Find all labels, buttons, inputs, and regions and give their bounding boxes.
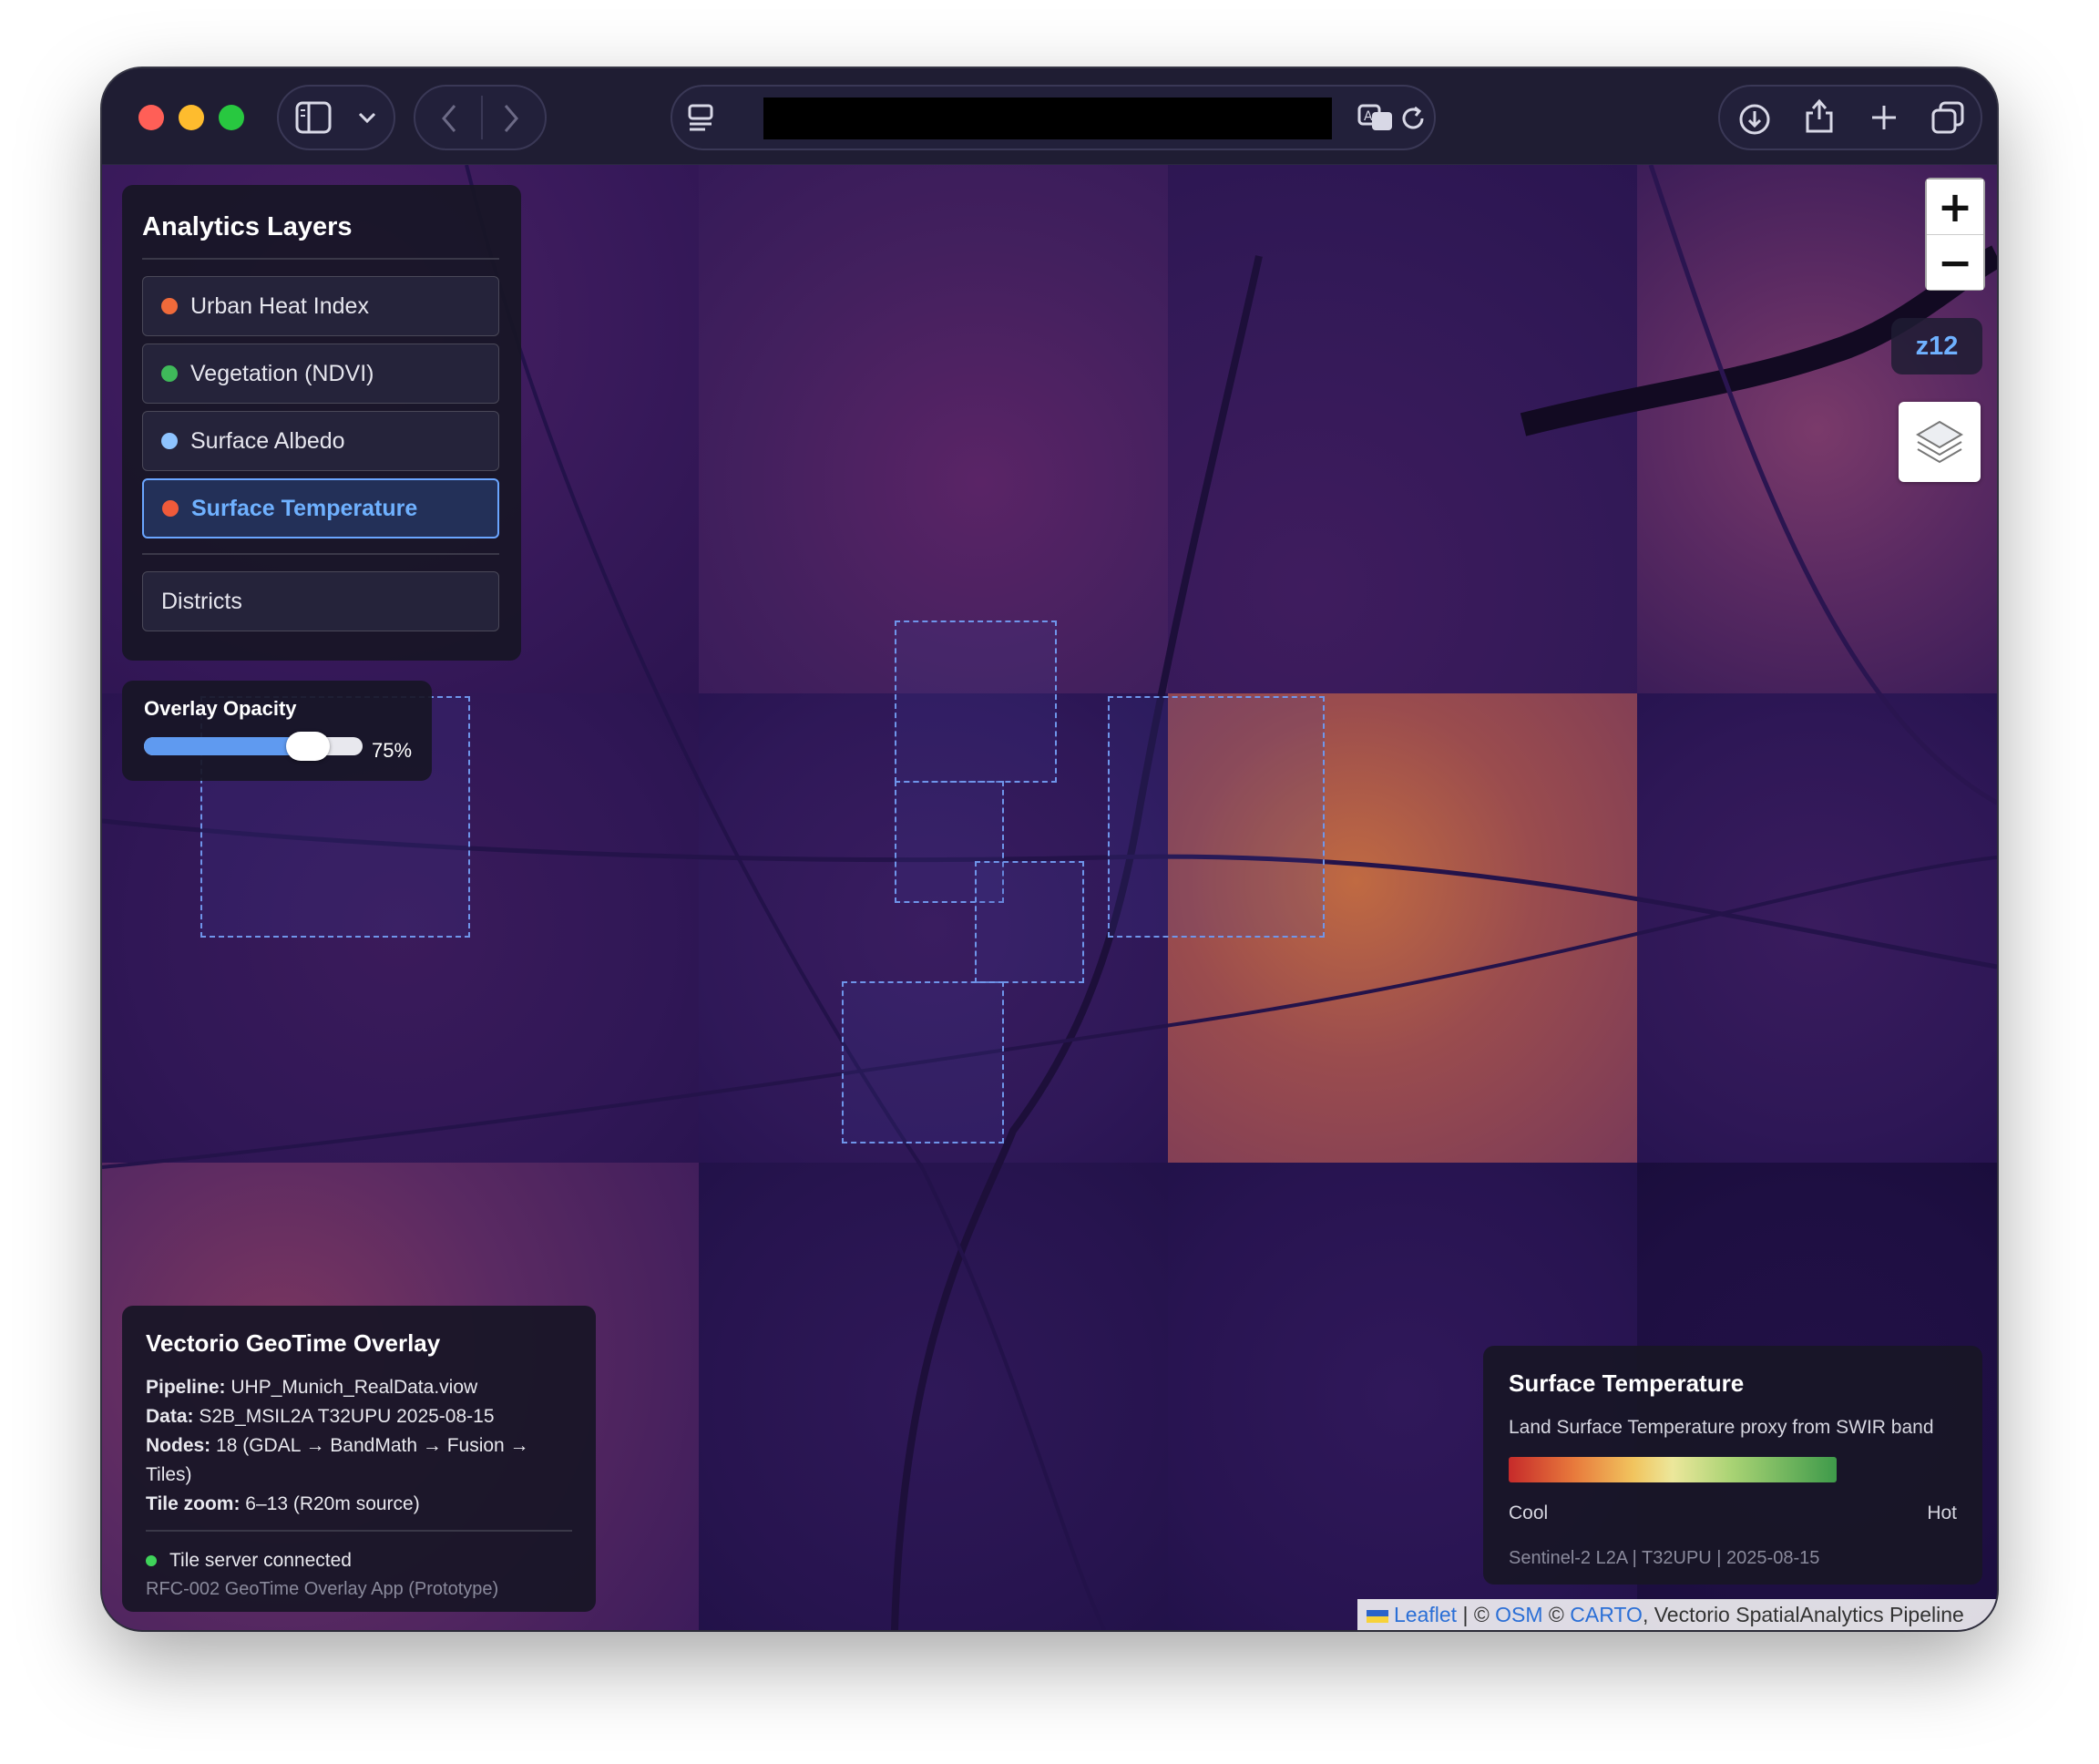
panel-title: Analytics Layers xyxy=(142,212,353,241)
status-line: Tile server connected xyxy=(146,1550,352,1572)
districts-label: Districts xyxy=(161,588,242,614)
legend-panel: Surface Temperature Land Surface Tempera… xyxy=(1483,1346,1982,1585)
layer-color-dot xyxy=(161,433,178,449)
map-attribution: Leaflet | © OSM © CARTO, Vectorio Spatia… xyxy=(1357,1599,1997,1630)
map-canvas[interactable]: Analytics Layers Urban Heat Index Vegeta… xyxy=(102,165,1997,1630)
district-outline[interactable] xyxy=(842,981,1004,1144)
info-row-data: Data: S2B_MSIL2A T32UPU 2025-08-15 xyxy=(146,1406,495,1427)
layer-color-dot xyxy=(162,500,179,517)
close-window-button[interactable] xyxy=(138,105,164,130)
status-dot xyxy=(146,1555,157,1566)
info-panel: Vectorio GeoTime Overlay Pipeline: UHP_M… xyxy=(122,1306,596,1612)
layer-label: Vegetation (NDVI) xyxy=(190,360,374,386)
layer-label: Surface Temperature xyxy=(191,495,418,521)
browser-window: A Analytics Layers Urban Heat Index Vege… xyxy=(102,68,1997,1630)
opacity-panel: Overlay Opacity 75% xyxy=(122,681,432,781)
browser-toolbar: A xyxy=(102,68,1997,165)
layers-icon xyxy=(1916,420,1963,464)
layer-label: Urban Heat Index xyxy=(190,292,369,319)
attribution-separator: | © xyxy=(1457,1603,1496,1626)
sidebar-icon[interactable] xyxy=(295,101,332,134)
legend-low-label: Cool xyxy=(1509,1502,1549,1523)
address-bar[interactable]: A xyxy=(671,85,1436,150)
legend-title: Surface Temperature xyxy=(1509,1369,1745,1397)
tabs-icon[interactable] xyxy=(1931,101,1964,134)
layer-urban-heat-index[interactable]: Urban Heat Index xyxy=(142,276,499,336)
info-title: Vectorio GeoTime Overlay xyxy=(146,1329,441,1357)
district-outline[interactable] xyxy=(895,620,1057,783)
district-outline[interactable] xyxy=(975,861,1084,983)
opacity-slider-thumb[interactable] xyxy=(286,732,330,761)
opacity-slider-fill xyxy=(144,737,308,755)
minimize-window-button[interactable] xyxy=(179,105,204,130)
legend-source: Sentinel-2 L2A | T32UPU | 2025-08-15 xyxy=(1509,1548,1820,1568)
browser-actions-group xyxy=(1718,85,1982,150)
attribution-separator: © xyxy=(1542,1603,1571,1626)
layers-control-button[interactable] xyxy=(1899,402,1981,482)
url-text[interactable] xyxy=(763,97,1332,139)
history-nav-group xyxy=(414,85,547,150)
analytics-layers-panel: Analytics Layers Urban Heat Index Vegeta… xyxy=(122,185,521,661)
svg-text:A: A xyxy=(1364,109,1373,124)
districts-toggle[interactable]: Districts xyxy=(142,571,499,631)
share-icon[interactable] xyxy=(1804,97,1835,134)
carto-link[interactable]: CARTO xyxy=(1570,1603,1643,1626)
info-row-pipeline: Pipeline: UHP_Munich_RealData.viow xyxy=(146,1377,478,1398)
back-icon[interactable] xyxy=(439,103,459,134)
opacity-label: Overlay Opacity xyxy=(144,697,297,720)
layer-surface-albedo[interactable]: Surface Albedo xyxy=(142,411,499,471)
new-tab-icon[interactable] xyxy=(1869,103,1899,132)
layer-surface-temperature[interactable]: Surface Temperature xyxy=(142,478,499,538)
legend-description: Land Surface Temperature proxy from SWIR… xyxy=(1509,1417,1934,1438)
layer-vegetation-ndvi[interactable]: Vegetation (NDVI) xyxy=(142,344,499,404)
zoom-out-button[interactable]: − xyxy=(1927,235,1983,290)
sidebar-toggle-group xyxy=(277,85,395,150)
zoom-level-badge: z12 xyxy=(1891,318,1982,374)
ukraine-flag-icon xyxy=(1367,1609,1388,1623)
download-icon[interactable] xyxy=(1738,103,1771,136)
forward-icon[interactable] xyxy=(501,103,521,134)
leaflet-link[interactable]: Leaflet xyxy=(1394,1603,1457,1626)
info-rows: Pipeline: UHP_Munich_RealData.viow Data:… xyxy=(146,1373,574,1519)
attribution-text: , Vectorio SpatialAnalytics Pipeline xyxy=(1642,1603,1964,1626)
opacity-slider[interactable] xyxy=(144,732,363,761)
status-text: Tile server connected xyxy=(169,1550,352,1571)
chevron-down-icon[interactable] xyxy=(357,110,377,125)
zoom-in-button[interactable]: + xyxy=(1927,179,1983,234)
info-row-nodes: Nodes: 18 (GDAL → BandMath → Fusion → Ti… xyxy=(146,1435,529,1485)
layer-color-dot xyxy=(161,298,178,314)
reader-icon[interactable] xyxy=(687,103,714,132)
maximize-window-button[interactable] xyxy=(219,105,244,130)
layer-label: Surface Albedo xyxy=(190,427,345,454)
legend-high-label: Hot xyxy=(1927,1502,1957,1523)
legend-color-ramp xyxy=(1509,1457,1837,1482)
translate-icon[interactable]: A xyxy=(1357,103,1394,132)
layer-color-dot xyxy=(161,365,178,382)
osm-link[interactable]: OSM xyxy=(1495,1603,1542,1626)
info-footer: RFC-002 GeoTime Overlay App (Prototype) xyxy=(146,1579,499,1599)
district-outline[interactable] xyxy=(1108,696,1325,938)
info-row-tile-zoom: Tile zoom: 6–13 (R20m source) xyxy=(146,1493,420,1514)
reload-icon[interactable] xyxy=(1399,105,1427,132)
opacity-value: 75% xyxy=(372,739,413,762)
